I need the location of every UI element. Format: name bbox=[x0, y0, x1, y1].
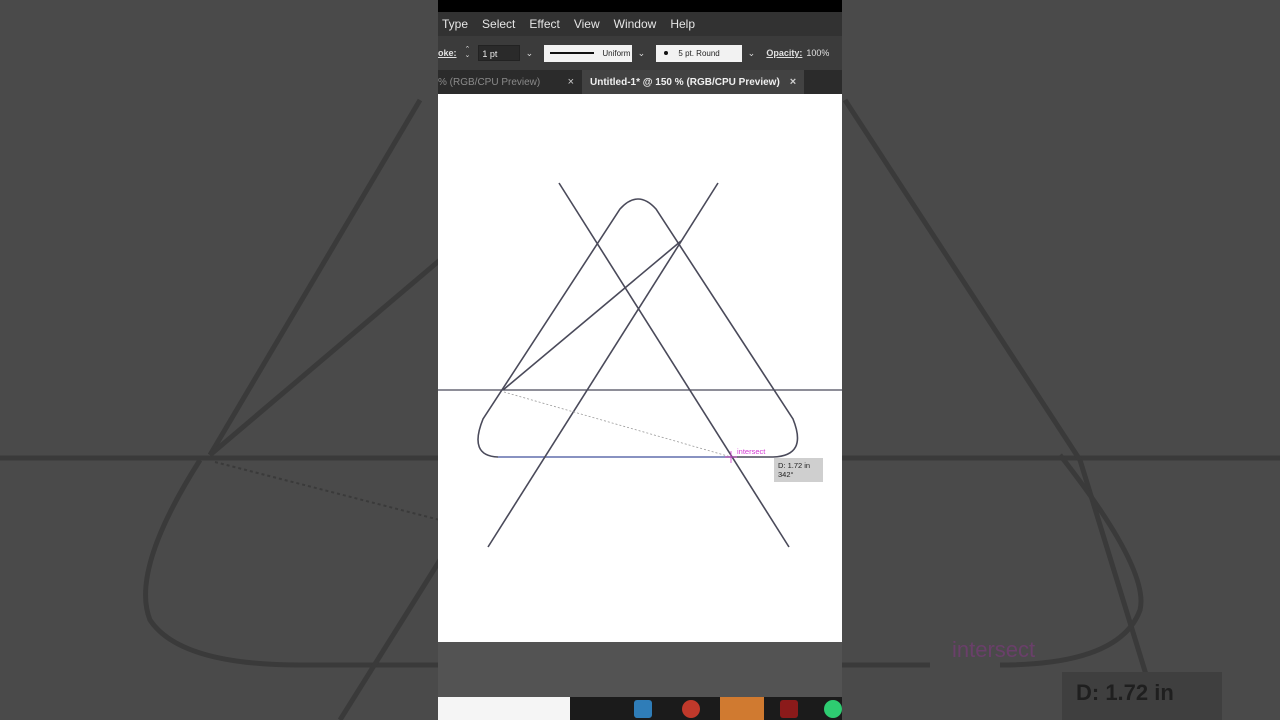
connector-line[interactable] bbox=[502, 240, 682, 391]
control-bar: oke: ⌃ ⌄ 1 pt ⌄ Uniform ⌄ 5 pt. Round ⌄ … bbox=[438, 36, 842, 70]
document-tab-bar: % (RGB/CPU Preview) × Untitled-1* @ 150 … bbox=[438, 70, 842, 94]
taskbar-app-icon[interactable] bbox=[634, 700, 652, 718]
taskbar-app-icon[interactable] bbox=[682, 700, 700, 718]
measure-distance: D: 1.72 in bbox=[778, 461, 811, 470]
stroke-label[interactable]: oke: bbox=[438, 48, 457, 58]
brush-definition-dropdown[interactable]: 5 pt. Round bbox=[656, 44, 743, 62]
tab-untitled-1[interactable]: Untitled-1* @ 150 % (RGB/CPU Preview) × bbox=[582, 70, 805, 94]
close-icon[interactable]: × bbox=[568, 76, 574, 88]
tab-previous-document[interactable]: % (RGB/CPU Preview) × bbox=[438, 70, 582, 94]
top-bar bbox=[438, 0, 842, 12]
tab-label: Untitled-1* @ 150 % (RGB/CPU Preview) bbox=[590, 76, 780, 88]
taskbar-app-icon[interactable] bbox=[780, 700, 798, 718]
background-hint-text: intersect bbox=[952, 637, 1036, 662]
taskbar bbox=[438, 697, 842, 720]
artwork bbox=[438, 182, 842, 548]
menu-view[interactable]: View bbox=[567, 12, 607, 36]
artboard-canvas[interactable]: intersect D: 1.72 in 342° bbox=[438, 94, 842, 642]
menu-help[interactable]: Help bbox=[663, 12, 702, 36]
menu-bar: Type Select Effect View Window Help bbox=[438, 12, 842, 36]
chevron-down-icon[interactable]: ⌄ bbox=[746, 48, 756, 59]
taskbar-search-box[interactable] bbox=[438, 697, 570, 720]
tab-label: % (RGB/CPU Preview) bbox=[438, 76, 541, 88]
brush-label: 5 pt. Round bbox=[678, 48, 720, 58]
opacity-label[interactable]: Opacity: bbox=[766, 48, 802, 58]
menu-type[interactable]: Type bbox=[438, 12, 475, 36]
menu-select[interactable]: Select bbox=[475, 12, 522, 36]
taskbar-active-app-icon[interactable] bbox=[720, 697, 764, 720]
opacity-value[interactable]: 100% bbox=[806, 48, 829, 58]
measurement-tooltip: D: 1.72 in 342° bbox=[774, 458, 823, 482]
close-icon[interactable]: × bbox=[790, 76, 796, 88]
background-measure-tooltip: D: 1.72 in bbox=[1062, 672, 1222, 720]
stroke-weight-stepper[interactable]: ⌃ ⌄ bbox=[465, 46, 471, 59]
rounded-triangle[interactable] bbox=[477, 198, 799, 458]
chevron-down-icon[interactable]: ⌄ bbox=[636, 48, 646, 59]
brush-dot-icon bbox=[664, 51, 669, 55]
profile-line-preview bbox=[550, 51, 595, 54]
menu-effect[interactable]: Effect bbox=[522, 12, 566, 36]
chevron-down-icon[interactable]: ⌄ bbox=[465, 52, 471, 59]
diagonal-line-right-to-left[interactable] bbox=[487, 182, 719, 548]
menu-window[interactable]: Window bbox=[607, 12, 664, 36]
pasteboard bbox=[438, 642, 842, 697]
smart-guide-hint: intersect bbox=[737, 447, 766, 456]
stroke-weight-field[interactable]: 1 pt bbox=[478, 45, 521, 61]
variable-width-profile-dropdown[interactable]: Uniform bbox=[544, 44, 633, 62]
app-window: Type Select Effect View Window Help oke:… bbox=[438, 0, 842, 720]
measure-angle: 342° bbox=[778, 470, 794, 479]
chevron-down-icon[interactable]: ⌄ bbox=[524, 48, 534, 59]
profile-label: Uniform bbox=[602, 48, 631, 58]
taskbar-app-icon[interactable] bbox=[824, 700, 842, 718]
